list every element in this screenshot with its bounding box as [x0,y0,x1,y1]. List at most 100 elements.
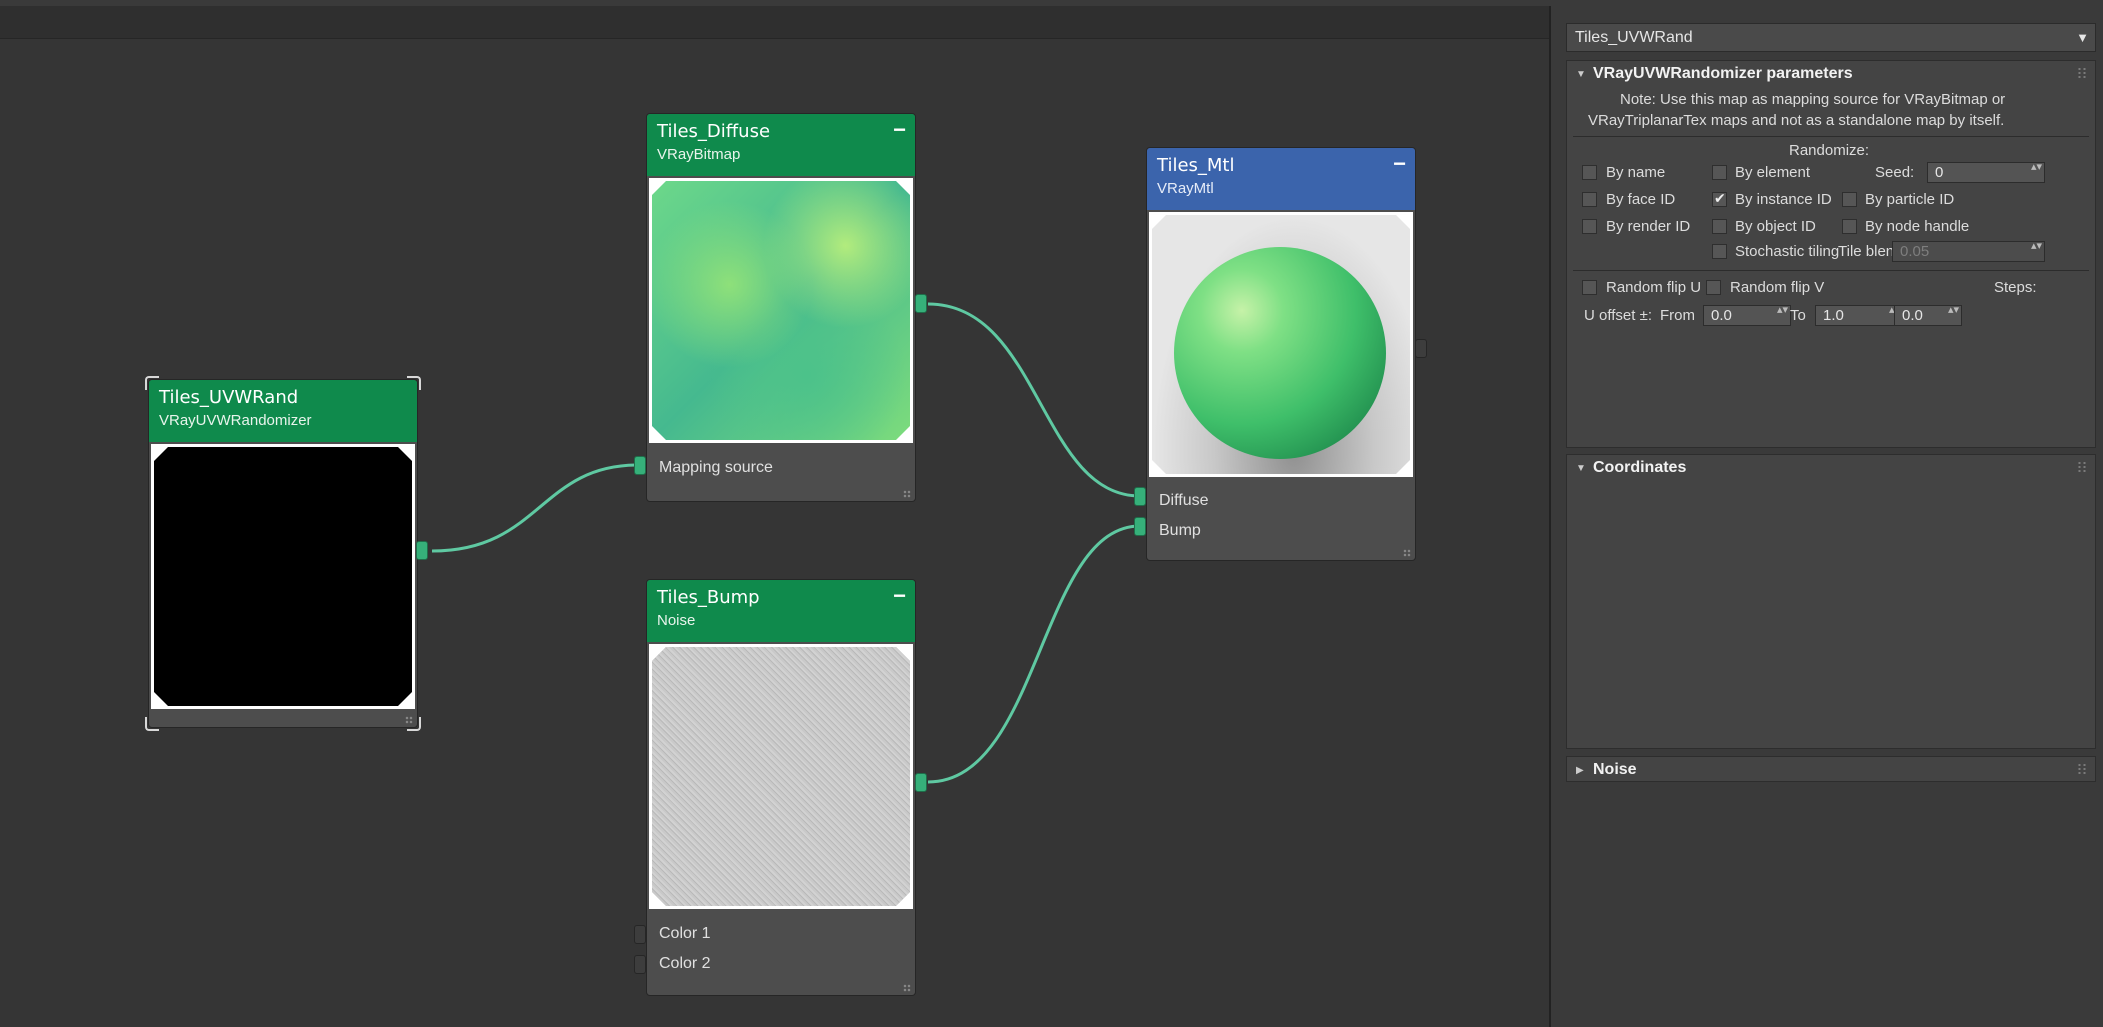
seed-spinner[interactable]: 0 ▴▾ [1927,162,2045,183]
slot-diffuse: Diffuse [1159,492,1209,509]
selection-corner [145,717,159,731]
by-render-id-checkbox[interactable] [1582,219,1597,234]
by-node-handle-checkbox[interactable] [1842,219,1857,234]
by-object-id-label: By object ID [1735,218,1816,235]
note-line-1: Note: Use this map as mapping source for… [1620,91,2006,108]
wire-uvw-to-mapping-source[interactable] [431,463,639,553]
by-object-id-checkbox[interactable] [1712,219,1727,234]
random-flip-u-checkbox[interactable] [1582,280,1597,295]
input-port-color-1[interactable] [634,925,646,944]
by-instance-id-checkbox[interactable] [1712,190,1727,207]
node-header[interactable]: Tiles_Mtl VRayMtl − [1147,148,1415,210]
rollout-uvw-randomizer-parameters: ▼ VRayUVWRandomizer parameters Note: Use… [1566,60,2096,448]
output-port[interactable] [915,294,927,313]
node-tiles-diffuse[interactable]: Tiles_Diffuse VRayBitmap − Mapping sourc… [647,114,915,501]
material-sphere [1174,247,1386,459]
random-flip-v-label: Random flip V [1730,279,1825,296]
resize-grip[interactable] [1403,549,1411,557]
node-title: Tiles_UVWRand [159,387,299,408]
selection-corner [145,376,159,390]
stochastic-tiling-checkbox[interactable] [1712,244,1727,259]
slot-bump: Bump [1159,522,1201,539]
collapse-button[interactable]: − [893,117,906,143]
to-label: To [1790,307,1806,324]
collapse-button[interactable]: − [1393,151,1406,177]
by-name-checkbox[interactable] [1582,165,1597,180]
map-selector-dropdown[interactable]: Tiles_UVWRand ▼ [1566,23,2096,52]
node-tiles-mtl[interactable]: Tiles_Mtl VRayMtl − Diffuse Bump [1147,148,1415,560]
node-title: Tiles_Mtl [1157,155,1235,176]
from-spinner[interactable]: 0.0 ▴▾ [1703,305,1791,326]
drag-handle-icon[interactable] [2077,763,2087,775]
node-preview [151,444,415,709]
triangle-down-icon: ▼ [1576,69,1586,80]
rollout-noise: ▶ Noise [1566,756,2096,782]
tile-blend-spinner[interactable]: 0.05 ▴▾ [1892,241,2045,262]
collapse-button[interactable]: − [893,583,906,609]
rollout-header[interactable]: ▼ Coordinates [1567,455,2095,481]
randomize-label: Randomize: [1789,142,1870,159]
rollout-coordinates: ▼ Coordinates [1566,454,2096,749]
triangle-down-icon: ▼ [1576,463,1586,474]
by-element-label: By element [1735,164,1811,181]
by-element-checkbox[interactable] [1712,165,1727,180]
steps-label: Steps: [1994,279,2037,296]
rollout-title: Coordinates [1593,459,1687,476]
drag-handle-icon[interactable] [2077,67,2087,79]
by-instance-id-label: By instance ID [1735,191,1832,208]
stochastic-tiling-label: Stochastic tiling [1735,243,1840,260]
node-type: Noise [657,612,696,629]
input-port-diffuse[interactable] [1134,487,1146,506]
node-preview [649,178,913,443]
rollout-header[interactable]: ▶ Noise [1567,757,2095,783]
node-preview [649,644,913,909]
map-selector-value: Tiles_UVWRand [1575,29,1693,46]
row-label: U offset ±: [1584,307,1652,324]
rollout-header[interactable]: ▼ VRayUVWRandomizer parameters [1567,61,2095,87]
output-port[interactable] [915,773,927,792]
steps-spinner[interactable]: 0.0 ▴▾ [1894,305,1962,326]
node-type: VRayBitmap [657,146,741,163]
by-name-label: By name [1606,164,1666,181]
rollout-title: Noise [1593,761,1637,778]
by-face-id-label: By face ID [1606,191,1676,208]
drag-handle-icon[interactable] [2077,461,2087,473]
node-header[interactable]: Tiles_UVWRand VRayUVWRandomizer [149,380,417,442]
random-flip-u-label: Random flip U [1606,279,1702,296]
resize-grip[interactable] [903,984,911,992]
triangle-right-icon: ▶ [1576,765,1584,776]
to-spinner[interactable]: 1.0▴▾ [1815,305,1903,326]
note-line-2: VRayTriplanarTex maps and not as a stand… [1588,112,2005,129]
slot-color-2: Color 2 [659,955,711,972]
wire-diffuse-to-mtl-diffuse[interactable] [927,302,1141,498]
by-particle-id-label: By particle ID [1865,191,1955,208]
by-render-id-label: By render ID [1606,218,1691,235]
slot-color-1: Color 1 [659,925,711,942]
by-face-id-checkbox[interactable] [1582,192,1597,207]
by-node-handle-label: By node handle [1865,218,1970,235]
output-port[interactable] [1415,339,1427,358]
node-header[interactable]: Tiles_Diffuse VRayBitmap − [647,114,915,176]
node-graph-canvas[interactable]: Tiles_UVWRand VRayUVWRandomizer Tiles_Di… [0,6,1551,1027]
selection-corner [407,717,421,731]
rollout-title: VRayUVWRandomizer parameters [1593,65,1853,82]
random-flip-v-checkbox[interactable] [1706,280,1721,295]
wire-bump-to-mtl-bump[interactable] [927,524,1141,784]
by-particle-id-checkbox[interactable] [1842,192,1857,207]
seed-label: Seed: [1875,164,1915,181]
from-label: From [1660,307,1695,324]
output-port[interactable] [416,541,428,560]
node-header[interactable]: Tiles_Bump Noise − [647,580,915,642]
node-title: Tiles_Diffuse [657,121,771,142]
node-tiles-uvwrand[interactable]: Tiles_UVWRand VRayUVWRandomizer [149,380,417,727]
node-tiles-bump[interactable]: Tiles_Bump Noise − Color 1 Color 2 [647,580,915,995]
input-port-color-2[interactable] [634,955,646,974]
input-port-bump[interactable] [1134,517,1146,536]
node-type: VRayMtl [1157,180,1214,197]
node-preview [1149,212,1413,477]
node-type: VRayUVWRandomizer [159,412,312,429]
input-port-mapping-source[interactable] [634,456,646,475]
parameter-editor-panel: Tiles_UVWRand ▼ ▼ VRayUVWRandomizer para… [1551,0,2103,1027]
resize-grip[interactable] [903,490,911,498]
selection-corner [407,376,421,390]
